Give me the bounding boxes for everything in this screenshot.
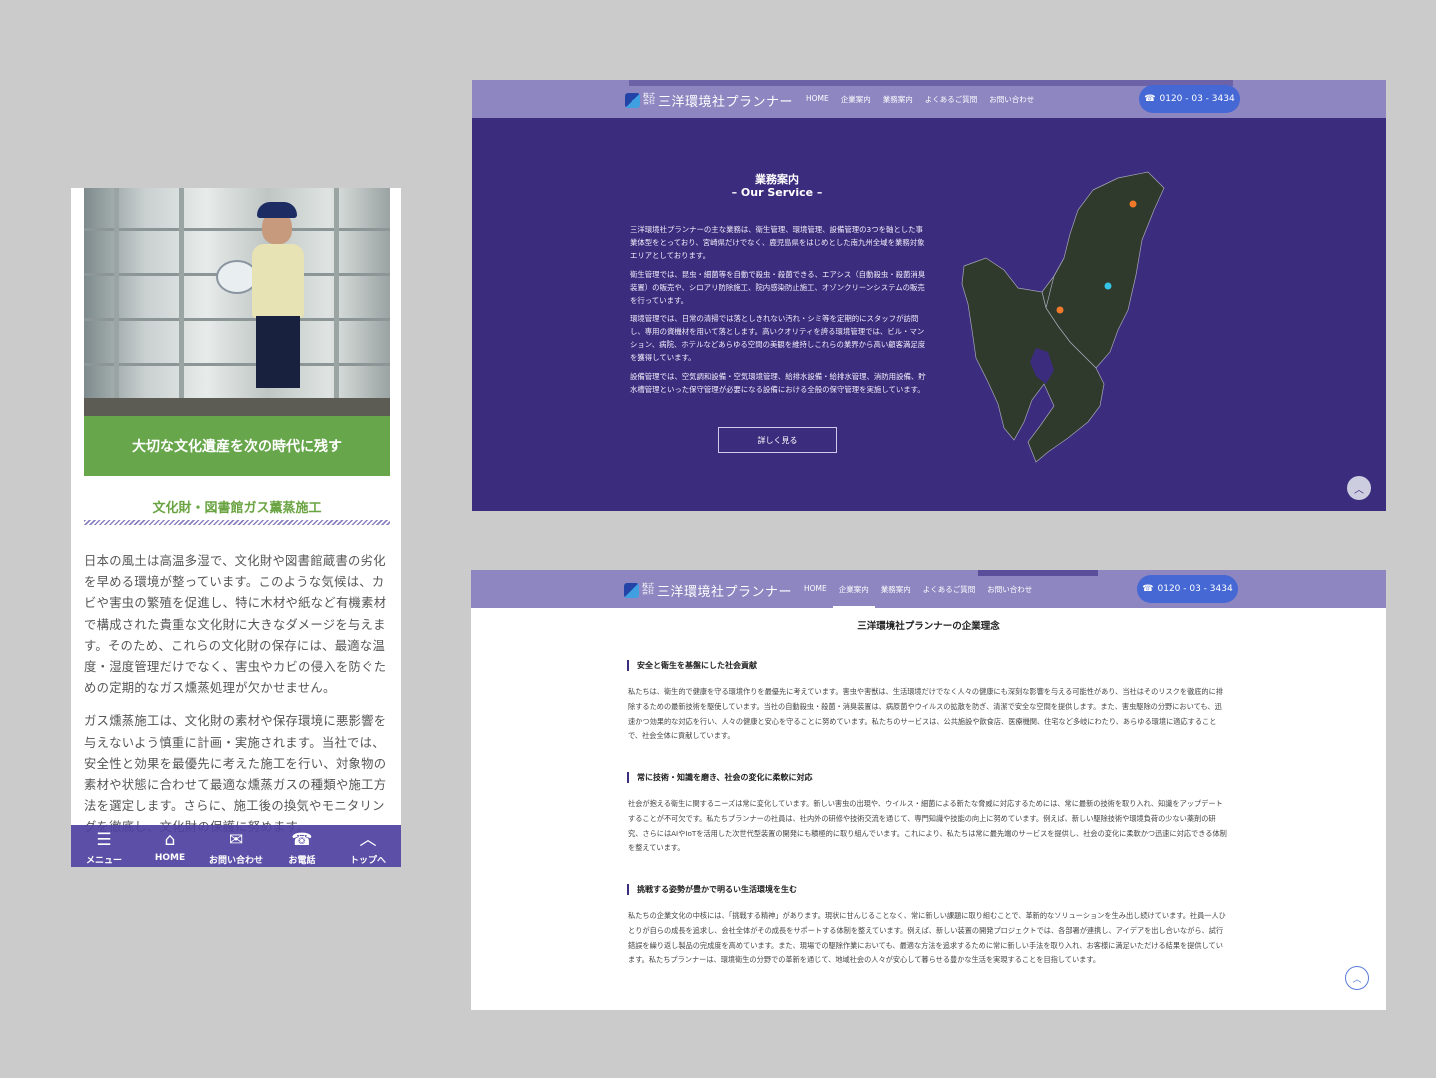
location-marker-orange [1129,200,1137,208]
chevron-up-icon: ︿ [1354,484,1364,496]
nav-contact[interactable]: ✉ お問い合わせ [203,825,269,867]
logo-mark-icon [624,582,639,598]
paragraph: 環境管理では、日常の清掃では落としきれない汚れ・シミ等を定期的にスタッフが訪問し… [630,314,926,363]
article-body: 日本の風土は高温多湿で、文化財や図書館蔵書の劣化を早める環境が整っています。この… [84,551,391,851]
paragraph: 衛生管理では、昆虫・細菌等を自動で殺虫・殺菌できる、エアシス（自動殺虫・殺菌消臭… [630,269,926,305]
nav-phone[interactable]: ☎ お電話 [269,825,335,867]
philosophy-screen: 株式会社 三洋環境社プランナー HOME 企業案内 業務案内 よくあるご質問 お… [471,570,1386,1010]
mobile-screen: 大切な文化遺産を次の時代に残す 文化財・図書館ガス薫蒸施工 日本の風土は高温多湿… [71,188,401,867]
service-area-map [961,171,1165,463]
nav-company[interactable]: 企業案内 [841,94,871,105]
chevron-up-icon: ︿ [1352,974,1362,985]
nav-faq[interactable]: よくあるご質問 [925,94,978,105]
section-text: 社会が抱える衛生に関するニーズは常に変化しています。新しい害虫の出現や、ウイルス… [628,799,1227,853]
global-nav: HOME 企業案内 業務案内 よくあるご質問 お問い合わせ [806,94,1046,105]
nav-faq[interactable]: よくあるご質問 [923,584,976,595]
nav-home[interactable]: ⌂ HOME [137,825,203,867]
section-heading: 文化財・図書館ガス薫蒸施工 [152,501,322,516]
back-to-top-button[interactable]: ︿ [1345,966,1369,990]
section-text: 私たちは、衛生的で健康を守る環境作りを最優先に考えています。害虫や害獣は、生活環… [628,687,1223,741]
section-heading: 安全と衛生を基盤にした社会貢献 [627,660,757,671]
philosophy-title: 三洋環境社プランナーの企業理念 [857,621,1000,632]
bottom-nav: ☰ メニュー ⌂ HOME ✉ お問い合わせ ☎ お電話 ︿ トップへ [71,825,401,867]
phone-button[interactable]: ☎ 0120 - 03 - 3434 [1137,575,1238,603]
nav-contact[interactable]: お問い合わせ [987,584,1032,595]
nav-service[interactable]: 業務案内 [881,584,911,595]
phone-icon: ☎ [1144,94,1156,104]
more-button[interactable]: 詳しく見る [718,427,837,453]
service-description: 三洋環境社プランナーの主な業務は、衛生管理、環境管理、設備管理の3つを軸とした事… [630,224,930,403]
global-nav: HOME 企業案内 業務案内 よくあるご質問 お問い合わせ [804,584,1044,595]
back-to-top-button[interactable]: ︿ [1347,476,1371,500]
mail-icon: ✉ [228,830,244,850]
nav-service[interactable]: 業務案内 [883,94,913,105]
nav-menu[interactable]: ☰ メニュー [71,825,137,867]
paragraph: 日本の風土は高温多湿で、文化財や図書館蔵書の劣化を早める環境が整っています。この… [84,554,387,696]
location-marker-cyan [1104,282,1112,290]
banner: 大切な文化遺産を次の時代に残す [84,416,390,476]
active-nav-indicator [833,606,875,608]
nav-contact[interactable]: お問い合わせ [989,94,1034,105]
site-header: 株式会社 三洋環境社プランナー HOME 企業案内 業務案内 よくあるご質問 お… [472,80,1386,118]
site-logo[interactable]: 株式会社 三洋環境社プランナー [624,580,792,600]
section-heading: 常に技術・知識を磨き、社会の変化に柔軟に対応 [627,772,812,783]
nav-company[interactable]: 企業案内 [839,584,869,595]
phone-icon: ☎ [1142,584,1154,594]
home-icon: ⌂ [164,830,176,850]
section-text: 私たちの企業文化の中核には、「挑戦する精神」があります。現状に甘んじることなく、… [628,911,1226,965]
logo-mark-icon [625,92,640,108]
service-subtitle: – Our Service – [731,186,823,199]
location-marker-orange [1056,306,1064,314]
paragraph: 三洋環境社プランナーの主な業務は、衛生管理、環境管理、設備管理の3つを軸とした事… [630,225,925,260]
service-screen: 株式会社 三洋環境社プランナー HOME 企業案内 業務案内 よくあるご質問 お… [472,80,1386,511]
service-title: 業務案内 [755,173,799,186]
nav-home[interactable]: HOME [804,584,827,595]
heading-divider [84,520,390,525]
site-header: 株式会社 三洋環境社プランナー HOME 企業案内 業務案内 よくあるご質問 お… [471,570,1386,608]
phone-icon: ☎ [291,830,313,850]
section-heading: 挑戦する姿勢が豊かで明るい生活環境を生む [627,884,797,895]
paragraph: 設備管理では、空気調和設備・空気環境管理、給排水設備・給排水管理、消防用設備、貯… [630,372,926,394]
menu-icon: ☰ [96,830,112,850]
phone-button[interactable]: ☎ 0120 - 03 - 3434 [1139,85,1240,113]
site-logo[interactable]: 株式会社 三洋環境社プランナー [625,90,793,110]
chevron-up-icon: ︿ [359,830,377,850]
fumigation-photo [84,188,390,416]
nav-home[interactable]: HOME [806,94,829,105]
paragraph: ガス燻蒸施工は、文化財の素材や保存環境に悪影響を与えないよう慎重に計画・実施され… [84,714,387,834]
nav-top[interactable]: ︿ トップへ [335,825,401,867]
